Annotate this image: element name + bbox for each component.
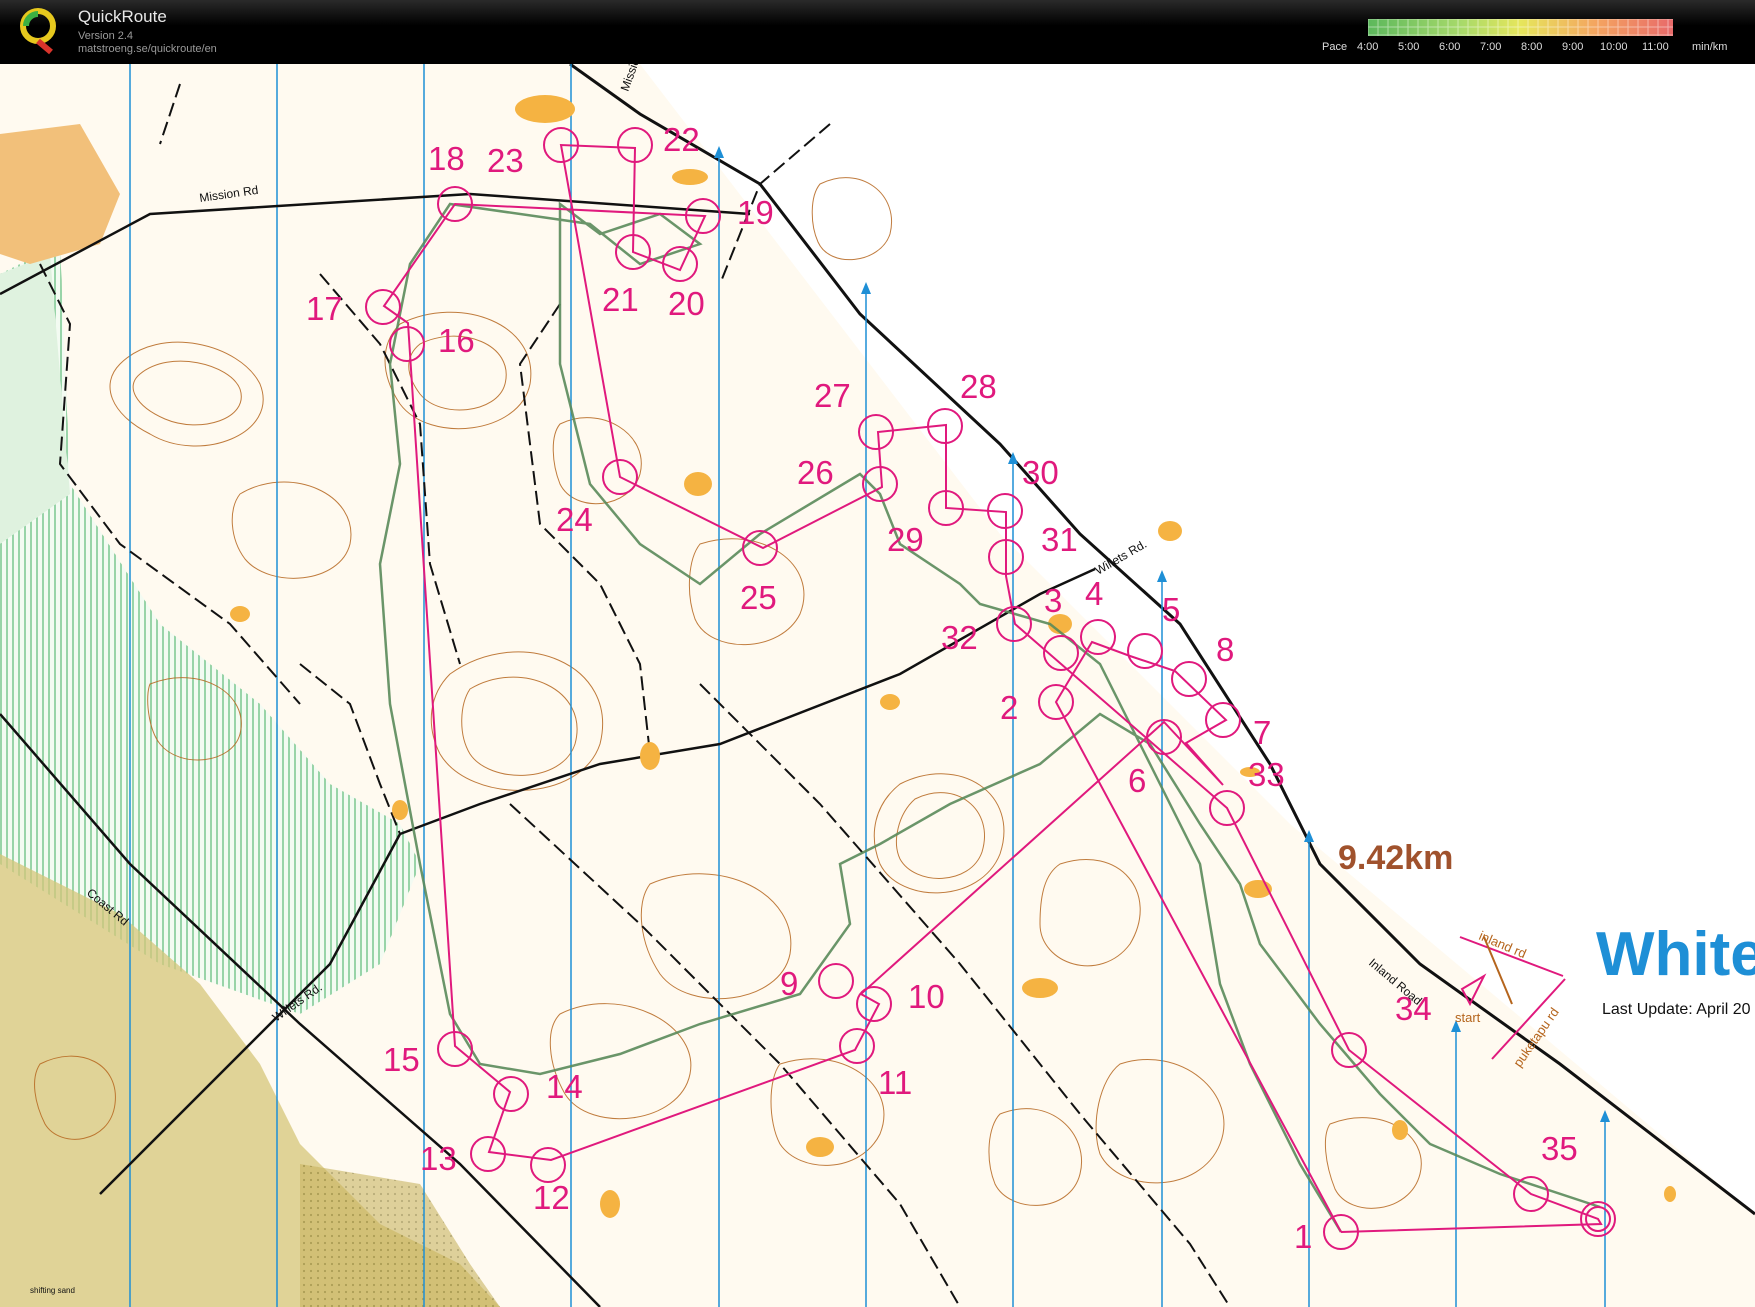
control-number: 35 xyxy=(1541,1130,1578,1167)
control-number: 11 xyxy=(878,1064,912,1101)
control-number: 26 xyxy=(797,454,834,491)
orienteering-map[interactable]: 1 2 3 4 5 6 7 8 9 10 11 12 13 14 15 16 1… xyxy=(0,64,1755,1307)
control-number: 5 xyxy=(1162,591,1180,628)
control-number: 15 xyxy=(383,1041,420,1078)
app-url: matstroeng.se/quickroute/en xyxy=(78,43,217,55)
control-number: 4 xyxy=(1085,575,1103,612)
last-update: Last Update: April 20 xyxy=(1602,1001,1751,1018)
pace-tick: 11:00 xyxy=(1642,41,1669,53)
control-number: 33 xyxy=(1248,756,1285,793)
control-number: 14 xyxy=(546,1068,583,1105)
control-number: 20 xyxy=(668,285,705,322)
control-number: 24 xyxy=(556,501,593,538)
control-number: 8 xyxy=(1216,631,1234,668)
control-number: 6 xyxy=(1128,762,1146,799)
control-number: 3 xyxy=(1044,582,1062,619)
pace-tick: 8:00 xyxy=(1521,41,1543,53)
control-number: 29 xyxy=(887,521,924,558)
control-number: 9 xyxy=(780,965,798,1002)
control-number: 32 xyxy=(941,619,978,656)
control-number: 7 xyxy=(1253,714,1271,751)
pace-tick: 5:00 xyxy=(1398,41,1420,53)
control-number: 1 xyxy=(1294,1218,1312,1255)
quickroute-logo-icon xyxy=(20,8,56,55)
map-canvas[interactable]: 1 2 3 4 5 6 7 8 9 10 11 12 13 14 15 16 1… xyxy=(0,64,1755,1307)
control-number: 13 xyxy=(420,1140,457,1177)
start-label: start xyxy=(1455,1010,1481,1025)
pace-tick: 6:00 xyxy=(1439,41,1461,53)
control-number: 27 xyxy=(814,377,851,414)
pace-color-scale xyxy=(1368,19,1673,36)
route-distance: 9.42km xyxy=(1338,839,1454,877)
terrain-label: shifting sand xyxy=(30,1286,75,1295)
control-number: 22 xyxy=(663,121,700,158)
control-number: 17 xyxy=(306,290,343,327)
control-number: 2 xyxy=(1000,689,1018,726)
control-number: 23 xyxy=(487,142,524,179)
control-number: 10 xyxy=(908,978,945,1015)
control-number: 16 xyxy=(438,322,475,359)
pace-tick: 10:00 xyxy=(1600,41,1628,53)
map-title: White xyxy=(1596,920,1755,989)
app-title: QuickRoute xyxy=(78,7,167,26)
control-number: 12 xyxy=(533,1179,570,1216)
control-number: 18 xyxy=(428,140,465,177)
pace-label: Pace xyxy=(1322,41,1348,53)
control-number: 31 xyxy=(1041,521,1078,558)
control-number: 21 xyxy=(602,281,639,318)
control-number: 25 xyxy=(740,579,777,616)
pace-tick: 4:00 xyxy=(1357,41,1379,53)
app-version: Version 2.4 xyxy=(78,30,134,42)
pace-tick: 9:00 xyxy=(1562,41,1584,53)
control-number: 28 xyxy=(960,368,997,405)
control-number: 19 xyxy=(737,194,774,231)
pace-tick: 7:00 xyxy=(1480,41,1502,53)
control-number: 30 xyxy=(1022,454,1059,491)
pace-unit: min/km xyxy=(1692,41,1728,53)
header-bar: QuickRoute Version 2.4 matstroeng.se/qui… xyxy=(0,0,1755,64)
start-label: inland rd xyxy=(1477,928,1529,961)
